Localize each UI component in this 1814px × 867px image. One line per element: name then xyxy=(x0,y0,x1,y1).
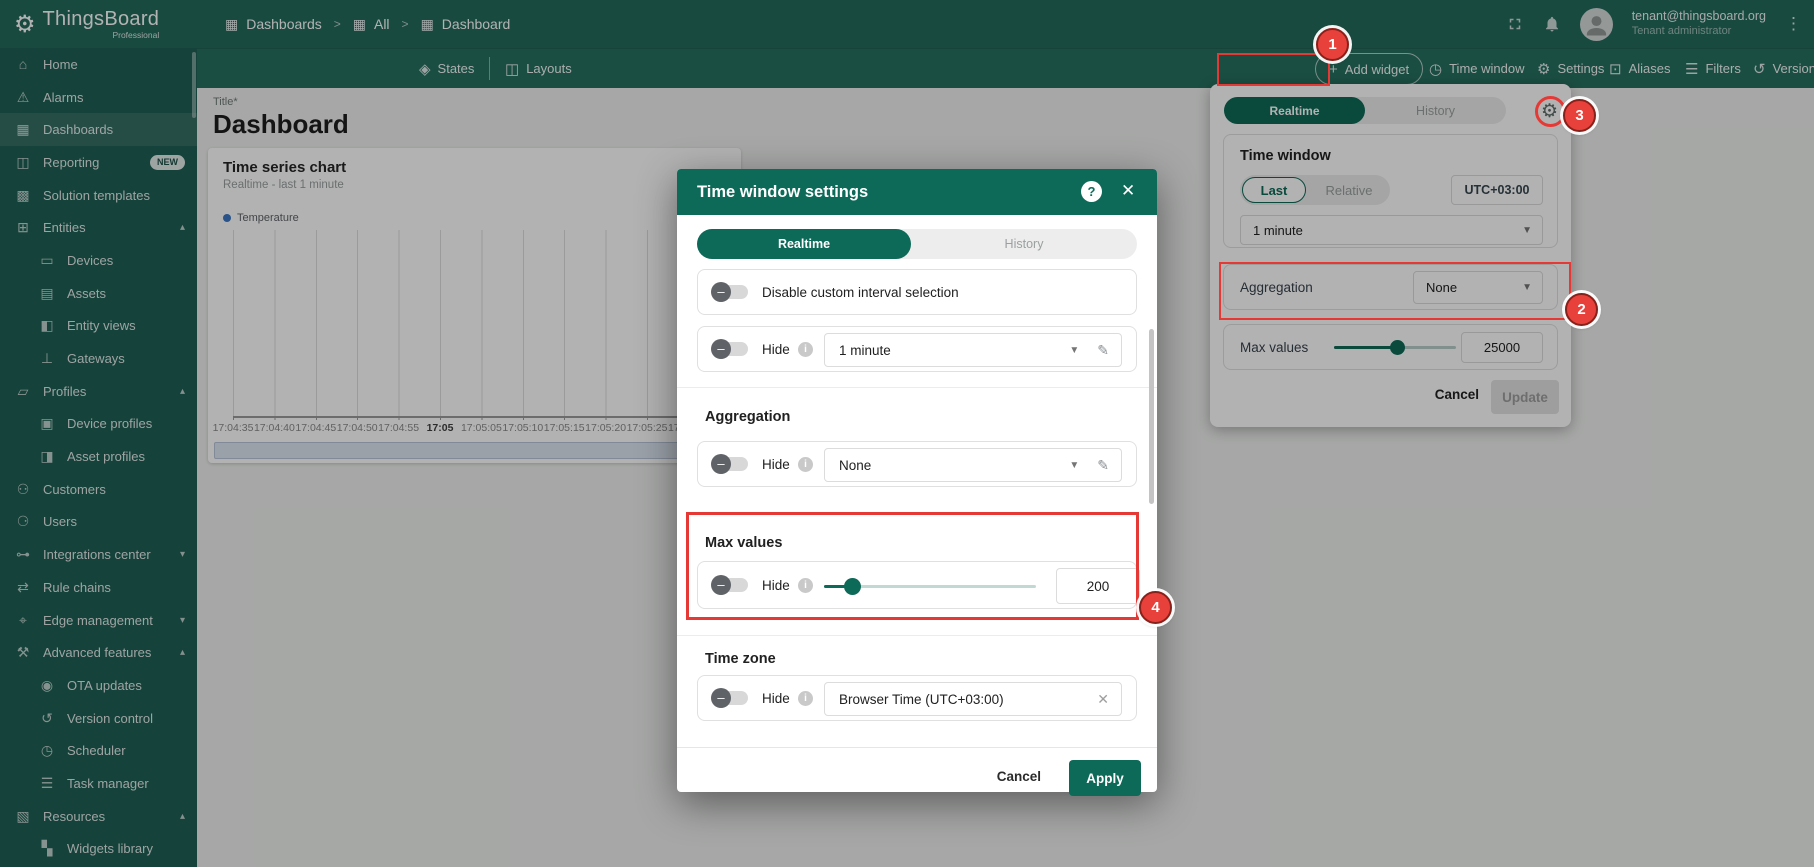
section-divider xyxy=(677,635,1157,636)
disable-custom-interval-row: – Disable custom interval selection xyxy=(697,269,1137,315)
edit-pencil-icon[interactable]: ✎ xyxy=(1097,342,1109,359)
annotation-ring-gear xyxy=(1535,96,1566,127)
annotation-rect-max-values xyxy=(686,512,1139,620)
aggregation-heading: Aggregation xyxy=(705,409,790,425)
dialog-header: Time window settings ? ✕ xyxy=(677,169,1157,215)
tab-history[interactable]: History xyxy=(911,229,1137,259)
clear-icon[interactable]: ✕ xyxy=(1097,691,1109,708)
annotation-step-3: 3 xyxy=(1563,99,1596,132)
aggregation-row: – Hide i None ▼ ✎ xyxy=(697,441,1137,487)
footer-divider xyxy=(677,747,1157,748)
info-icon: i xyxy=(798,457,813,472)
aggregation-select[interactable]: None ▼ ✎ xyxy=(824,448,1122,482)
dialog-tabs: Realtime History xyxy=(697,229,1137,259)
annotation-rect-aggregation xyxy=(1219,262,1571,320)
aggregation-value: None xyxy=(839,458,871,473)
disable-custom-interval-label: Disable custom interval selection xyxy=(762,270,959,314)
close-icon[interactable]: ✕ xyxy=(1121,181,1135,201)
hide-label: Hide xyxy=(762,676,790,720)
thingsboard-app: ⚙ ThingsBoard Professional ▦ Dashboards … xyxy=(0,0,1814,867)
hide-label: Hide xyxy=(762,442,790,486)
section-divider xyxy=(677,387,1157,388)
hide-time-zone-toggle[interactable]: – xyxy=(714,691,748,705)
time-zone-row: – Hide i Browser Time (UTC+03:00) ✕ xyxy=(697,675,1137,721)
dialog-apply-button[interactable]: Apply xyxy=(1069,760,1141,796)
chevron-down-icon: ▼ xyxy=(1069,345,1079,356)
annotation-rect-time-window xyxy=(1217,53,1330,86)
dialog-scrollbar[interactable] xyxy=(1149,329,1154,504)
interval-row: – Hide i 1 minute ▼ ✎ xyxy=(697,326,1137,372)
annotation-step-2: 2 xyxy=(1565,293,1598,326)
help-icon[interactable]: ? xyxy=(1081,181,1102,202)
hide-label: Hide xyxy=(762,327,790,371)
annotation-step-4: 4 xyxy=(1139,591,1172,624)
chevron-down-icon: ▼ xyxy=(1069,460,1079,471)
info-icon: i xyxy=(798,342,813,357)
edit-pencil-icon[interactable]: ✎ xyxy=(1097,457,1109,474)
annotation-step-1: 1 xyxy=(1316,28,1349,61)
interval-value: 1 minute xyxy=(839,343,891,358)
dialog-title: Time window settings xyxy=(697,183,868,202)
time-zone-value: Browser Time (UTC+03:00) xyxy=(839,692,1004,707)
hide-aggregation-toggle[interactable]: – xyxy=(714,457,748,471)
disable-custom-interval-toggle[interactable]: – xyxy=(714,285,748,299)
time-window-settings-dialog: Time window settings ? ✕ Realtime Histor… xyxy=(677,169,1157,792)
hide-interval-toggle[interactable]: – xyxy=(714,342,748,356)
tab-realtime[interactable]: Realtime xyxy=(697,229,911,259)
interval-select[interactable]: 1 minute ▼ ✎ xyxy=(824,333,1122,367)
dialog-cancel-button[interactable]: Cancel xyxy=(997,769,1041,784)
time-zone-heading: Time zone xyxy=(705,651,776,667)
time-zone-input[interactable]: Browser Time (UTC+03:00) ✕ xyxy=(824,682,1122,716)
info-icon: i xyxy=(798,691,813,706)
